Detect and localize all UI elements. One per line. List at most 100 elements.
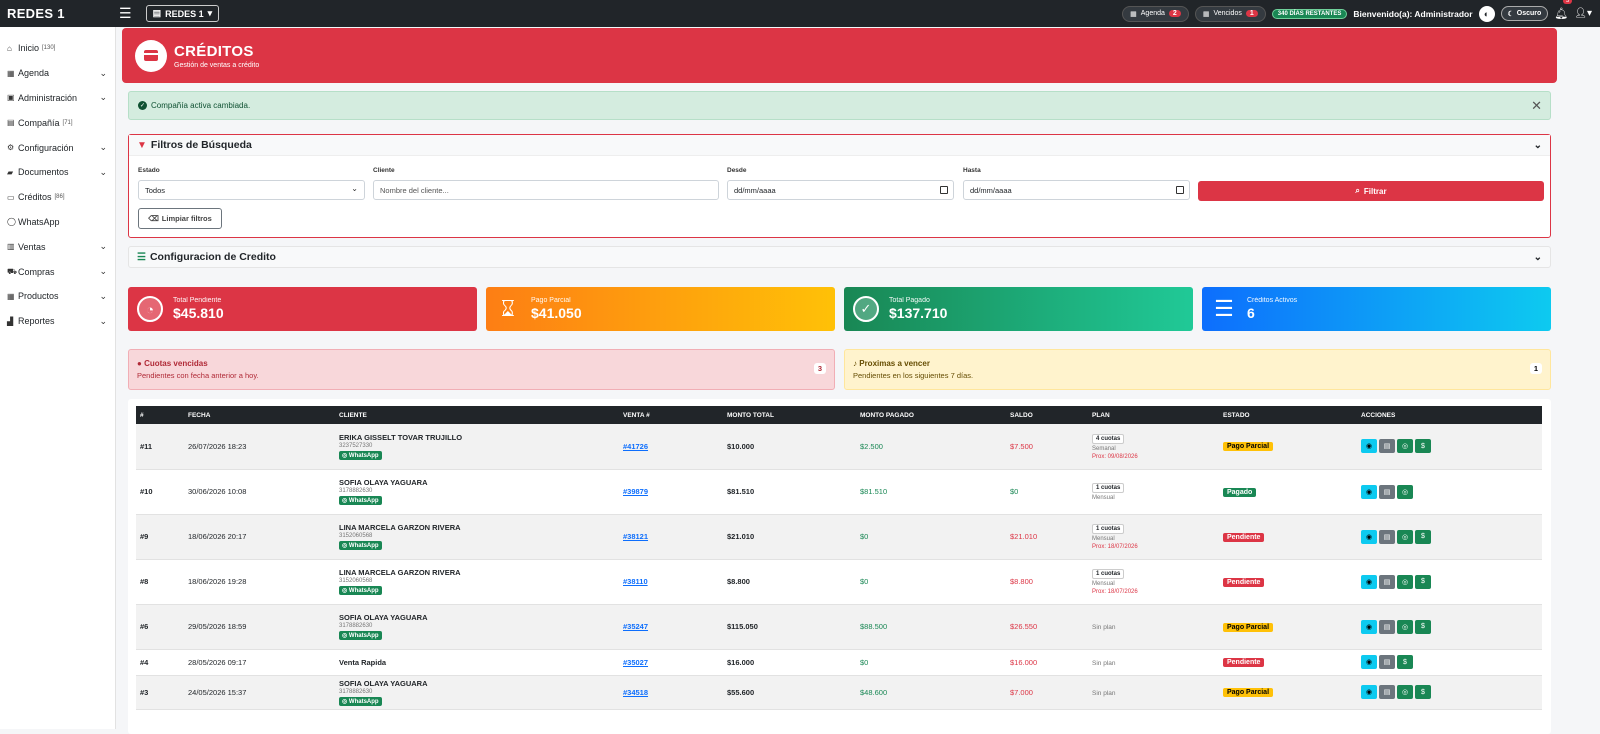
close-icon[interactable]: ✕ bbox=[1531, 98, 1542, 114]
whatsapp-badge[interactable]: ◎ WhatsApp bbox=[339, 541, 382, 550]
user-menu-icon[interactable]: 👤︎▾ bbox=[1574, 8, 1592, 19]
sidebar-item-productos[interactable]: ▦ Productos ⌄ bbox=[0, 284, 115, 309]
company-selector[interactable]: ▤ REDES 1 ▾ bbox=[145, 5, 220, 22]
sidebar-item-reportes[interactable]: ▟ Reportes ⌄ bbox=[0, 309, 115, 334]
column-header: # bbox=[140, 411, 144, 419]
gears-icon: ⚙ bbox=[7, 143, 15, 153]
sale-link[interactable]: #35247 bbox=[623, 622, 648, 631]
print-button[interactable]: ▤ bbox=[1379, 619, 1395, 634]
view-button[interactable]: ◉ bbox=[1361, 619, 1377, 634]
sidebar-item-configuracion[interactable]: ⚙ Configuración ⌄ bbox=[0, 135, 115, 160]
sale-link[interactable]: #34518 bbox=[623, 688, 648, 697]
clear-filters-button[interactable]: ⌫ Limpiar filtros bbox=[138, 208, 222, 229]
chevron-down-icon: ⌄ bbox=[99, 92, 107, 103]
view-button[interactable]: ◉ bbox=[1361, 484, 1377, 499]
print-button[interactable]: ▤ bbox=[1379, 685, 1395, 699]
sale-link[interactable]: #41726 bbox=[623, 442, 648, 451]
page-title: CRÉDITOS bbox=[174, 42, 254, 60]
actions-cell: ◉ ▤ ◎ $ bbox=[1357, 675, 1542, 709]
home-icon: ⌂ bbox=[7, 43, 12, 53]
whatsapp-button[interactable]: ◎ bbox=[1397, 685, 1413, 699]
sidebar-item-documentos[interactable]: ▰ Documentos ⌄ bbox=[0, 160, 115, 185]
sale-link[interactable]: #38110 bbox=[623, 577, 648, 586]
balance-amount: $0 bbox=[1010, 487, 1019, 496]
success-alert: ✓ Compañía activa cambiada. ✕ bbox=[128, 91, 1551, 120]
plan-frequency: Mensual bbox=[1092, 536, 1115, 542]
printer-icon: ▤ bbox=[1383, 623, 1391, 631]
sidebar-item-administracion[interactable]: ▣ Administración ⌄ bbox=[0, 86, 115, 111]
print-button[interactable]: ▤ bbox=[1379, 484, 1395, 499]
vencidos-button[interactable]: ▦ Vencidos 1 bbox=[1194, 5, 1266, 22]
whatsapp-badge[interactable]: ◎ WhatsApp bbox=[339, 631, 382, 640]
whatsapp-badge[interactable]: ◎ WhatsApp bbox=[339, 450, 382, 460]
whatsapp-badge[interactable]: ◎ WhatsApp bbox=[339, 496, 382, 505]
sale-link[interactable]: #35027 bbox=[623, 658, 648, 667]
table-header-row: # FECHA CLIENTE VENTA # MONTO TOTAL MONT… bbox=[136, 406, 1542, 424]
overdue-installments-box[interactable]: ● Cuotas vencidas Pendientes con fecha a… bbox=[128, 349, 835, 390]
whatsapp-button[interactable]: ◎ bbox=[1397, 439, 1413, 454]
sidebar-item-inicio[interactable]: ⌂ Inicio [130] bbox=[0, 36, 115, 61]
status-badge: Pago Parcial bbox=[1223, 442, 1274, 452]
hasta-date-input[interactable]: dd/mm/aaaa bbox=[963, 180, 1190, 200]
sale-link[interactable]: #38121 bbox=[623, 532, 648, 541]
credit-config-panel[interactable]: ☰ Configuracion de Credito ⌄ bbox=[128, 246, 1551, 268]
dollar-icon: $ bbox=[1421, 623, 1425, 630]
eye-icon: ◉ bbox=[1365, 488, 1373, 496]
print-button[interactable]: ▤ bbox=[1379, 655, 1395, 669]
sidebar-item-creditos[interactable]: ▭ Créditos [86] bbox=[0, 185, 115, 210]
no-plan-text: Sin plan bbox=[1092, 689, 1116, 697]
desde-date-input[interactable]: dd/mm/aaaa bbox=[727, 180, 954, 200]
view-button[interactable]: ◉ bbox=[1361, 655, 1377, 669]
upcoming-installments-box[interactable]: ♪ Proximas a vencer Pendientes en los si… bbox=[844, 349, 1551, 390]
whatsapp-icon: ◎ bbox=[1401, 578, 1409, 586]
print-button[interactable]: ▤ bbox=[1379, 574, 1395, 589]
whatsapp-badge[interactable]: ◎ WhatsApp bbox=[339, 696, 382, 706]
menu-toggle-icon[interactable]: ☰ bbox=[119, 5, 132, 22]
whatsapp-button[interactable]: ◎ bbox=[1397, 574, 1413, 589]
pay-button[interactable]: $ bbox=[1397, 655, 1413, 669]
sidebar-item-compania[interactable]: ▤ Compañía [71] bbox=[0, 110, 115, 135]
sidebar-item-ventas[interactable]: ▥ Ventas ⌄ bbox=[0, 234, 115, 259]
notifications-bell[interactable]: 🔔︎ 3 bbox=[1554, 0, 1573, 20]
pay-button[interactable]: $ bbox=[1415, 529, 1431, 544]
pay-button[interactable]: $ bbox=[1415, 619, 1431, 634]
filter-button[interactable]: ⌕ Filtrar bbox=[1198, 181, 1544, 201]
credit-id: #11 bbox=[140, 441, 153, 451]
whatsapp-button[interactable]: ◎ bbox=[1397, 484, 1413, 499]
chart-icon: ▟ bbox=[7, 316, 14, 326]
cliente-input[interactable]: Nombre del cliente... bbox=[373, 180, 719, 200]
pay-button[interactable]: $ bbox=[1415, 574, 1431, 589]
welcome-prefix: Bienvenido(a): bbox=[1353, 8, 1413, 19]
whatsapp-button[interactable]: ◎ bbox=[1397, 619, 1413, 634]
pay-button[interactable]: $ bbox=[1415, 685, 1431, 699]
print-button[interactable]: ▤ bbox=[1379, 529, 1395, 544]
whatsapp-button[interactable]: ◎ bbox=[1397, 529, 1413, 544]
dark-mode-toggle[interactable]: ☾ Oscuro bbox=[1500, 6, 1549, 21]
sidebar-item-whatsapp[interactable]: ◯ WhatsApp bbox=[0, 210, 115, 235]
estado-select[interactable]: Todos ⌄ bbox=[138, 180, 365, 200]
view-button[interactable]: ◉ bbox=[1361, 529, 1377, 544]
view-button[interactable]: ◉ bbox=[1361, 439, 1377, 454]
sale-link[interactable]: #39879 bbox=[623, 487, 648, 496]
sidebar-item-count: [86] bbox=[54, 194, 65, 201]
column-header: CLIENTE bbox=[339, 411, 367, 419]
agenda-button[interactable]: ▦ Agenda 2 bbox=[1122, 5, 1189, 22]
brand-logo[interactable]: REDES 1 bbox=[0, 6, 112, 21]
upcoming-title: Proximas a vencer bbox=[859, 359, 930, 368]
print-button[interactable]: ▤ bbox=[1379, 439, 1395, 454]
pay-button[interactable]: $ bbox=[1415, 439, 1431, 454]
column-header: ACCIONES bbox=[1361, 411, 1396, 419]
agenda-count-badge: 2 bbox=[1168, 10, 1181, 17]
notif-count-badge: 3 bbox=[1562, 0, 1573, 4]
sidebar-item-compras[interactable]: ⛟ Compras ⌄ bbox=[0, 259, 115, 284]
view-button[interactable]: ◉ bbox=[1361, 685, 1377, 699]
actions-cell: ◉ ▤ ◎ $ bbox=[1357, 514, 1542, 559]
vencidos-label: Vencidos bbox=[1213, 10, 1242, 17]
total-amount: $115.050 bbox=[727, 622, 758, 631]
filters-header[interactable]: ▼ Filtros de Búsqueda ⌄ bbox=[129, 135, 1550, 156]
palette-icon[interactable]: ◐ bbox=[1478, 5, 1495, 22]
sidebar-item-agenda[interactable]: ▦ Agenda ⌄ bbox=[0, 61, 115, 86]
whatsapp-badge[interactable]: ◎ WhatsApp bbox=[339, 586, 382, 595]
column-header: SALDO bbox=[1010, 411, 1033, 419]
view-button[interactable]: ◉ bbox=[1361, 574, 1377, 589]
